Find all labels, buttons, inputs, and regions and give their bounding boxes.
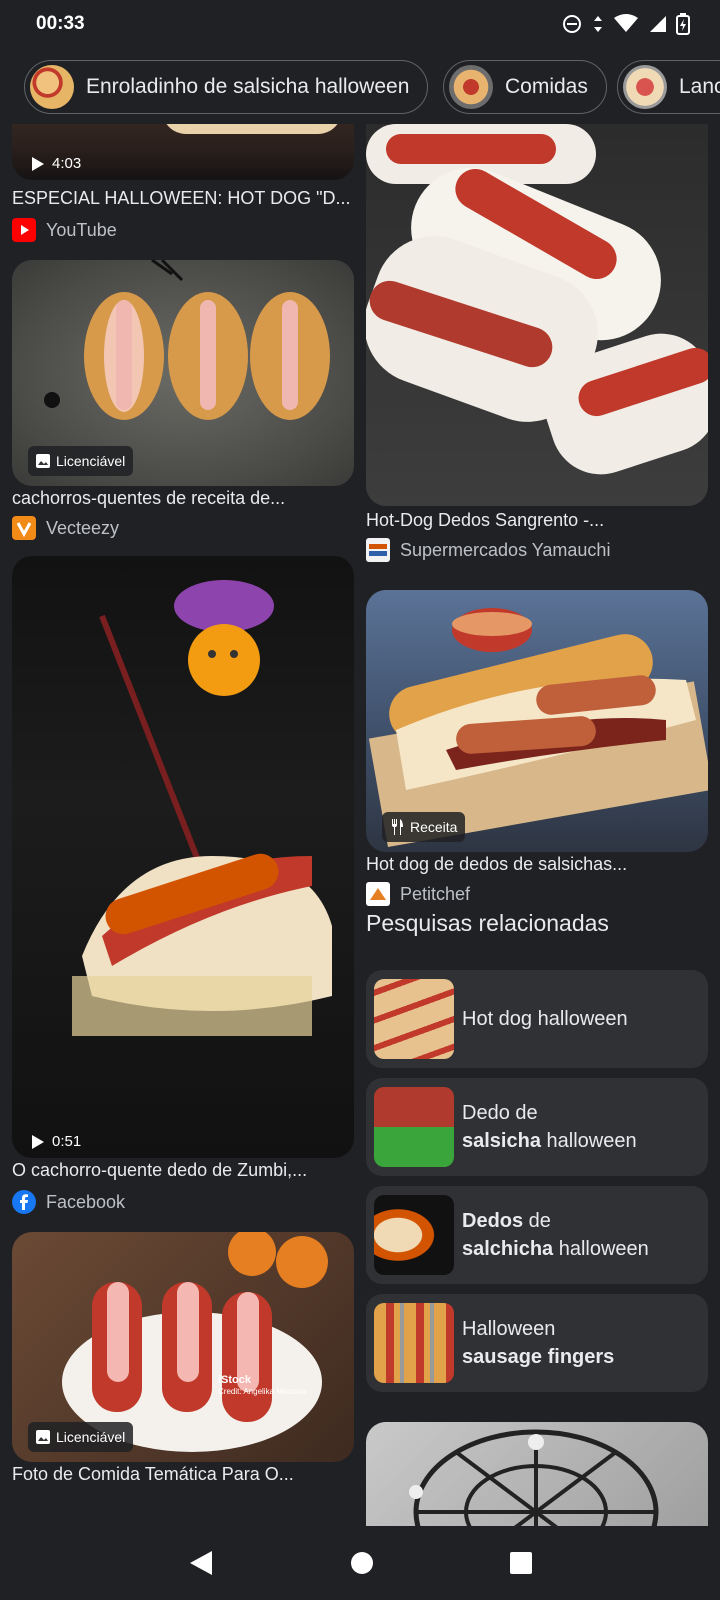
related-label: Dedos de salchicha halloween	[462, 1210, 649, 1260]
chip-label: Enroladinho de salsicha halloween	[86, 75, 410, 98]
result-source[interactable]: Petitchef	[366, 882, 470, 906]
status-icons	[562, 13, 690, 35]
result-image-yamauchi[interactable]	[366, 124, 708, 506]
fork-knife-icon	[392, 819, 403, 835]
related-search-dedo-de-salsicha[interactable]: Dedo de salsicha halloween	[366, 1078, 708, 1176]
chip-comidas[interactable]: Comidas	[443, 60, 607, 114]
related-label: Halloween sausage fingers	[462, 1318, 615, 1368]
chip-lanches[interactable]: Lanc	[617, 60, 720, 114]
do-not-disturb-icon	[563, 15, 581, 33]
result-source[interactable]: Supermercados Yamauchi	[366, 538, 610, 562]
chip-thumbnail	[623, 65, 667, 109]
result-source[interactable]: Facebook	[12, 1190, 125, 1214]
related-searches-heading: Pesquisas relacionadas	[366, 910, 609, 936]
yamauchi-icon	[366, 538, 390, 562]
license-badge: Licenciável	[28, 446, 134, 476]
battery-charging-icon	[676, 13, 690, 35]
result-image-vecteezy[interactable]: Licenciável	[12, 260, 354, 486]
petitchef-icon	[366, 882, 390, 906]
play-icon	[32, 156, 44, 171]
facebook-icon	[12, 1190, 36, 1214]
license-badge: Licenciável	[28, 1422, 134, 1452]
related-thumbnail	[374, 1195, 454, 1275]
bleeding-fingers-illustration	[366, 124, 708, 475]
recipe-badge: Receita	[382, 812, 466, 842]
status-time: 00:33	[36, 13, 85, 34]
result-image-spiderweb[interactable]	[366, 1422, 708, 1526]
result-source[interactable]: Vecteezy	[12, 516, 119, 540]
hotdog-shape	[162, 124, 342, 134]
chip-label: Lanc	[679, 75, 720, 98]
istock-watermark: iStock	[218, 1374, 252, 1386]
wifi-icon	[614, 14, 638, 32]
results-grid: 4:03 ESPECIAL HALLOWEEN: HOT DOG "D... Y…	[0, 124, 720, 1526]
image-icon	[36, 1430, 50, 1444]
result-image-youtube[interactable]: 4:03	[12, 124, 354, 180]
image-icon	[36, 454, 50, 468]
related-thumbnail	[374, 979, 454, 1059]
result-image-facebook[interactable]: 0:51	[12, 556, 354, 1158]
youtube-icon	[12, 218, 36, 242]
play-icon	[32, 1134, 44, 1149]
related-search-hot-dog-halloween[interactable]: Hot dog halloween	[366, 970, 708, 1068]
result-title[interactable]: ESPECIAL HALLOWEEN: HOT DOG "D...	[12, 188, 354, 209]
vecteezy-icon	[12, 516, 36, 540]
related-search-dedos-de-salchicha[interactable]: Dedos de salchicha halloween	[366, 1186, 708, 1284]
related-label: Hot dog halloween	[462, 1008, 628, 1030]
result-title[interactable]: Hot dog de dedos de salsichas...	[366, 854, 708, 875]
chip-thumbnail	[30, 65, 74, 109]
recents-icon[interactable]	[510, 1552, 532, 1574]
system-navigation-bar	[0, 1526, 720, 1600]
back-icon[interactable]	[188, 1549, 214, 1577]
result-title[interactable]: Hot-Dog Dedos Sangrento -...	[366, 510, 708, 531]
zombie-hotdog-illustration	[72, 580, 332, 1036]
related-search-halloween-sausage-fingers[interactable]: Halloween sausage fingers	[366, 1294, 708, 1392]
result-image-petitchef[interactable]: Receita	[366, 590, 708, 852]
suggestion-chips: Enroladinho de salsicha halloween Comida…	[0, 56, 720, 118]
video-duration: 0:51	[32, 1133, 81, 1150]
related-label: Dedo de salsicha halloween	[462, 1102, 637, 1152]
result-image-istock[interactable]: iStock Credit: Angelika Mostova Licenciá…	[12, 1232, 354, 1462]
related-thumbnail	[374, 1303, 454, 1383]
photo-credit: Credit: Angelika Mostova	[218, 1387, 307, 1396]
data-arrows-icon	[594, 16, 602, 32]
chip-enroladinho[interactable]: Enroladinho de salsicha halloween	[24, 60, 429, 114]
chip-thumbnail	[449, 65, 493, 109]
home-icon[interactable]	[350, 1551, 374, 1575]
status-bar: 00:33	[0, 0, 720, 48]
result-title[interactable]: cachorros-quentes de receita de...	[12, 488, 354, 509]
spiderweb-illustration	[409, 1429, 659, 1526]
related-thumbnail	[374, 1087, 454, 1167]
result-source[interactable]: YouTube	[12, 218, 117, 242]
chip-label: Comidas	[505, 75, 588, 98]
cell-signal-icon	[650, 16, 666, 32]
result-title[interactable]: Foto de Comida Temática Para O...	[12, 1464, 354, 1485]
video-duration: 4:03	[32, 155, 81, 172]
result-title[interactable]: O cachorro-quente dedo de Zumbi,...	[12, 1160, 354, 1181]
